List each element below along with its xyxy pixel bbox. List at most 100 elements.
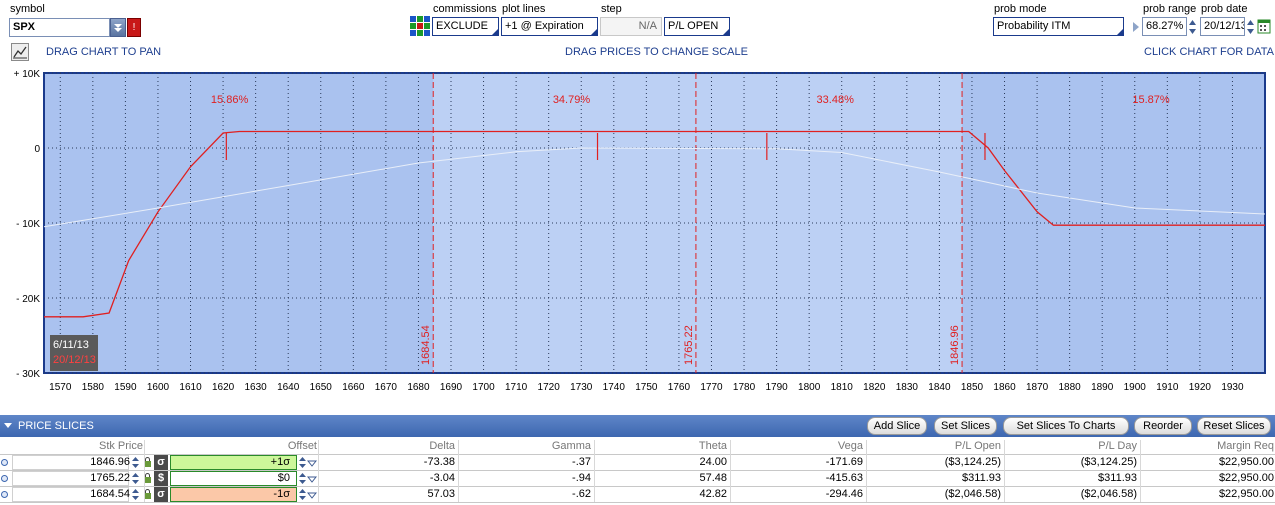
col-header-pl-open: P/L Open bbox=[954, 440, 1001, 452]
symbol-dropdown-button[interactable] bbox=[110, 18, 126, 37]
x-tick-label: 1580 bbox=[82, 382, 105, 393]
col-header-stk-price: Stk Price bbox=[98, 440, 143, 452]
plot-lines-select[interactable]: +1 @ Expiration bbox=[501, 17, 598, 36]
x-tick-label: 1630 bbox=[245, 382, 268, 393]
col-header-offset: Offset bbox=[287, 440, 317, 452]
click-data-hint: CLICK CHART FOR DATA bbox=[1144, 46, 1274, 58]
row-marker-icon[interactable] bbox=[1, 475, 8, 482]
col-header-gamma: Gamma bbox=[551, 440, 591, 452]
stk-price-spinner[interactable] bbox=[131, 471, 140, 486]
prob-range-input[interactable]: 68.27% bbox=[1142, 17, 1187, 36]
x-tick-label: 1570 bbox=[49, 382, 72, 393]
y-tick-label: - 20K bbox=[16, 294, 40, 305]
row-marker-icon[interactable] bbox=[1, 491, 8, 498]
set-slices-to-charts-button[interactable]: Set Slices To Charts bbox=[1003, 417, 1129, 435]
x-tick-label: 1590 bbox=[114, 382, 137, 393]
price-slice-row[interactable]: 1684.54 σ -1σ 57.03 -.62 42.82 -294.46 ($2,046.… bbox=[0, 487, 1275, 503]
x-tick-label: 1700 bbox=[472, 382, 495, 393]
x-tick-label: 1920 bbox=[1189, 382, 1212, 393]
plot-lines-label: plot lines bbox=[502, 3, 546, 15]
price-slices-title: PRICE SLICES bbox=[18, 420, 94, 432]
collapse-arrow-icon[interactable] bbox=[4, 423, 12, 429]
prob-date-input[interactable]: 20/12/13 bbox=[1200, 17, 1245, 36]
margin-value: $22,950.00 bbox=[1218, 456, 1274, 468]
stk-price-spinner[interactable] bbox=[131, 455, 140, 470]
x-tick-label: 1850 bbox=[961, 382, 984, 393]
y-tick-label: 0 bbox=[34, 144, 40, 155]
x-tick-label: 1730 bbox=[570, 382, 593, 393]
x-tick-label: 1710 bbox=[505, 382, 528, 393]
x-tick-label: 1690 bbox=[440, 382, 463, 393]
chart-type-button[interactable] bbox=[11, 43, 29, 61]
price-slice-row[interactable]: 1765.22 $ $0 -3.04 -.94 57.48 -415.63 $311.93 $3… bbox=[0, 471, 1275, 487]
offset-mode-button[interactable]: σ bbox=[154, 487, 168, 502]
pl-open-value: ($3,124.25) bbox=[944, 456, 1001, 468]
offset-mode-button[interactable]: σ bbox=[154, 455, 168, 470]
risk-profile-chart[interactable]: 1570 1580 1590 1600 1610 1620 1630 1640 1650 1660… bbox=[0, 66, 1275, 398]
delta-value: -73.38 bbox=[423, 456, 455, 468]
offset-value: $0 bbox=[277, 472, 290, 484]
offset-dropdown-button[interactable] bbox=[306, 474, 318, 484]
row-marker-icon[interactable] bbox=[1, 459, 8, 466]
reset-slices-button[interactable]: Reset Slices bbox=[1197, 417, 1271, 435]
prob-date-spinner[interactable] bbox=[1246, 18, 1255, 36]
offset-mode-button[interactable]: $ bbox=[154, 471, 168, 486]
pl-day-value: ($2,046.58) bbox=[1080, 488, 1137, 500]
prob-mode-label: prob mode bbox=[994, 3, 1047, 15]
commissions-select[interactable]: EXCLUDE bbox=[432, 17, 499, 36]
chevron-down-icon bbox=[306, 476, 318, 483]
x-tick-label: 1650 bbox=[310, 382, 333, 393]
calendar-icon[interactable] bbox=[1257, 18, 1271, 34]
plot-lines-value: +1 @ Expiration bbox=[505, 20, 584, 32]
chevron-down-icon bbox=[306, 460, 318, 467]
col-header-theta: Theta bbox=[698, 440, 727, 452]
commissions-label: commissions bbox=[433, 3, 497, 15]
price-slice-label: 1765.22 bbox=[683, 325, 695, 365]
x-tick-label: 1610 bbox=[179, 382, 202, 393]
color-grid-icon[interactable] bbox=[410, 16, 430, 36]
offset-dropdown-button[interactable] bbox=[306, 458, 318, 468]
pl-mode-select[interactable]: P/L OPEN bbox=[664, 17, 730, 36]
commissions-value: EXCLUDE bbox=[436, 20, 488, 32]
price-slices-header: PRICE SLICES Add Slice Set Slices Set Sl… bbox=[0, 415, 1275, 437]
date-badge-current: 6/11/13 bbox=[53, 339, 89, 351]
offset-dropdown-button[interactable] bbox=[306, 490, 318, 500]
pl-mode-value: P/L OPEN bbox=[668, 20, 719, 32]
reorder-button[interactable]: Reorder bbox=[1134, 417, 1192, 435]
x-tick-label: 1660 bbox=[342, 382, 365, 393]
x-tick-label: 1640 bbox=[277, 382, 300, 393]
stk-price-spinner[interactable] bbox=[131, 487, 140, 502]
symbol-input[interactable]: SPX bbox=[9, 18, 110, 37]
chevron-down-icon bbox=[114, 24, 122, 32]
zone-probability-label: 34.79% bbox=[553, 94, 591, 106]
gamma-value: -.62 bbox=[572, 488, 591, 500]
alert-icon[interactable]: ! bbox=[127, 18, 141, 37]
prob-range-spinner[interactable] bbox=[1188, 18, 1197, 36]
offset-value: -1σ bbox=[273, 488, 290, 500]
step-label: step bbox=[601, 3, 622, 15]
step-input[interactable]: N/A bbox=[600, 17, 662, 36]
prob-date-value: 20/12/13 bbox=[1204, 20, 1245, 32]
prob-mode-select[interactable]: Probability ITM bbox=[993, 17, 1124, 36]
margin-value: $22,950.00 bbox=[1218, 472, 1274, 484]
drag-scale-hint: DRAG PRICES TO CHANGE SCALE bbox=[565, 46, 748, 58]
add-slice-button[interactable]: Add Slice bbox=[867, 417, 927, 435]
pl-open-value: ($2,046.58) bbox=[944, 488, 1001, 500]
x-tick-label: 1670 bbox=[375, 382, 398, 393]
pl-day-value: ($3,124.25) bbox=[1080, 456, 1137, 468]
set-slices-button[interactable]: Set Slices bbox=[934, 417, 997, 435]
x-tick-label: 1830 bbox=[896, 382, 919, 393]
offset-mode-value: $ bbox=[157, 472, 165, 484]
stk-price-value: 1846.96 bbox=[90, 456, 130, 468]
offset-mode-value: σ bbox=[157, 488, 165, 500]
offset-spinner[interactable] bbox=[298, 487, 307, 502]
x-tick-label: 1680 bbox=[407, 382, 430, 393]
date-badge: 6/11/13 20/12/13 bbox=[50, 335, 98, 371]
price-slice-row[interactable]: 1846.96 σ +1σ -73.38 -.37 24.00 -171.69 ($3,124… bbox=[0, 455, 1275, 471]
price-slice-label: 1846.96 bbox=[949, 325, 961, 365]
offset-spinner[interactable] bbox=[298, 455, 307, 470]
offset-spinner[interactable] bbox=[298, 471, 307, 486]
stk-price-value: 1765.22 bbox=[90, 472, 130, 484]
play-arrow-icon[interactable] bbox=[1132, 21, 1140, 33]
column-divider bbox=[866, 440, 867, 502]
